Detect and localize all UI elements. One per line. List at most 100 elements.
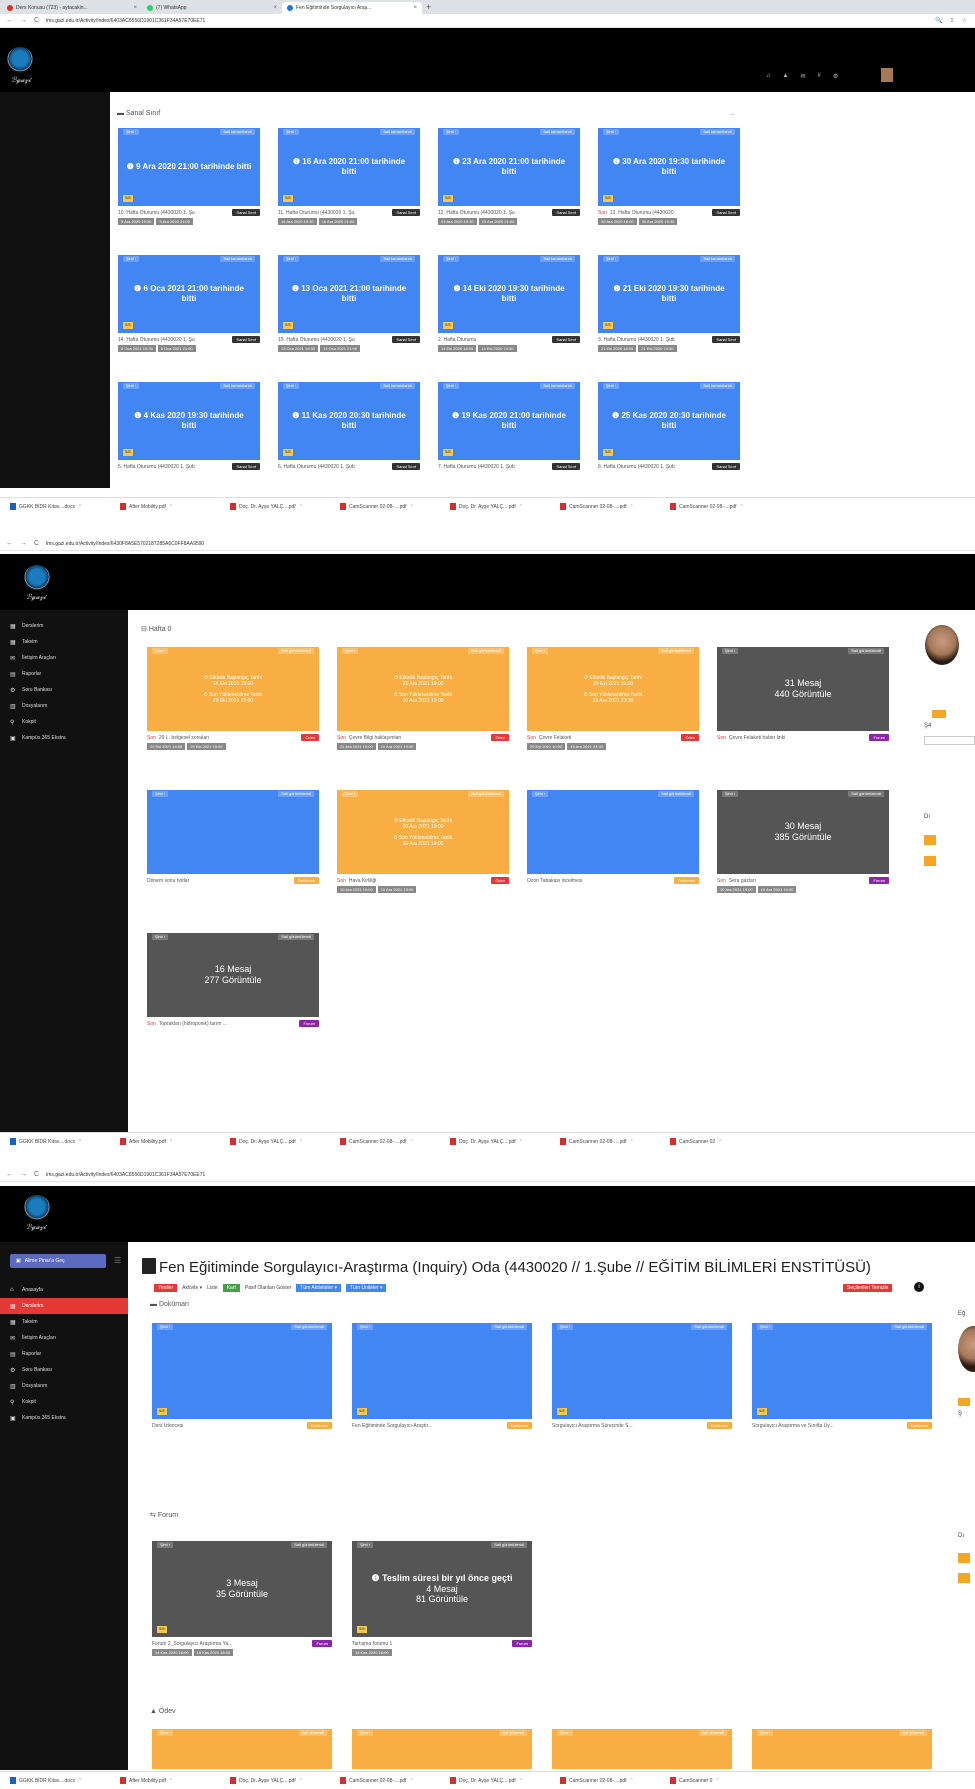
activity-card[interactable]: Şimi › Sali görüntülendi ⏱ Etkinlik Başlan… <box>337 647 509 750</box>
activity-dropdown[interactable]: Aktivite ▾ <box>182 1285 202 1291</box>
card-image[interactable]: Şimi › Sali tamamlandı ❶ 23 Ara 2020 21:00… <box>438 128 580 206</box>
chevron-up-icon[interactable]: ⌃ <box>718 1139 722 1145</box>
card-menu-chip[interactable]: Şimi › <box>283 128 300 136</box>
forward-icon[interactable]: → <box>20 1171 27 1178</box>
card-menu-chip[interactable]: Şimi › <box>722 647 739 655</box>
card-title[interactable]: 6. Hafta Oturumu (4430020 1. Şub <box>278 464 355 470</box>
share-icon[interactable]: ⇪ <box>950 17 955 24</box>
download-item[interactable]: CamScanner 02-08-....pdf ⌃ <box>340 1777 446 1784</box>
card-title[interactable]: 14. Hafta Oturumu (4430020 1. Şu <box>118 337 195 343</box>
close-icon[interactable]: × <box>413 5 417 11</box>
card-title[interactable]: 15. Hafta Oturumu (4430020 1. Şu <box>278 337 355 343</box>
card-image[interactable]: Şimi › Sali tamamlandı ❶ 19 Kas 2020 21:00… <box>438 382 580 460</box>
chevron-up-icon[interactable]: ⌃ <box>519 504 523 510</box>
card-image[interactable]: Şimi › Sali görüntülendi ⏱ Etkinlik Başlan… <box>147 647 319 731</box>
user-switch-button[interactable]: ▣ Alime Pinar'a Geç <box>10 1254 106 1268</box>
document-card[interactable]: Şimi › Sali görüntülendi 5/8 Sorgulayıcı Ar… <box>752 1323 932 1429</box>
download-item[interactable]: Doç. Dr. Ayşe YALÇ....pdf ⌃ <box>230 1138 336 1145</box>
card-title[interactable]: Sorgulayıcı Araştırma Sürecinde S... <box>552 1423 633 1429</box>
chevron-up-icon[interactable]: ⌃ <box>630 1139 634 1145</box>
card-image[interactable]: Şimi › Sali görüntülendi 5/8 <box>152 1323 332 1419</box>
chevron-up-icon[interactable]: ⌃ <box>78 1139 82 1145</box>
download-item[interactable]: CamScanner 02-08-....pdf ⌃ <box>560 1777 666 1784</box>
activity-card[interactable]: Şimi › Sali görüntülendi ⏱ Etkinlik Başlan… <box>527 647 699 750</box>
chevron-up-icon[interactable]: ⌃ <box>169 1139 173 1145</box>
assignment-card[interactable]: Şimi › Sali yüklendi <box>552 1729 732 1769</box>
download-item[interactable]: CamScanner 02-08-....pdf ⌃ <box>560 1138 666 1145</box>
sidebar-item[interactable]: ▦ Takvim <box>0 634 128 650</box>
browser-tab[interactable]: (7) WhatsApp × <box>142 2 282 14</box>
activity-card[interactable]: Şimi › Sali görüntülendi Ozon Tabakası inc… <box>527 790 699 893</box>
all-units-dropdown[interactable]: Tüm Üniteler ▾ <box>345 1284 387 1292</box>
card-menu-chip[interactable]: Şimi › <box>603 382 620 390</box>
sidebar-item[interactable]: ⚲ Kokpit <box>0 714 128 730</box>
card-menu-chip[interactable]: Şimi › <box>283 382 300 390</box>
browser-tab[interactable]: Ders Konusu (723) - aytacakin... × <box>2 2 142 14</box>
virtual-class-card[interactable]: Şimi › Sali tamamlandı ❶ 6 Oca 2021 21:00 … <box>118 255 260 352</box>
download-item[interactable]: Doç. Dr. Ayşe YALÇ....pdf ⌃ <box>230 1777 336 1784</box>
card-image[interactable]: Şimi › Sali tamamlandı ❶ 9 Ara 2020 21:00 … <box>118 128 260 206</box>
card-image[interactable]: Şimi › Sali görüntülendi ❶ Teslim süresi b… <box>352 1541 532 1637</box>
sidebar-item[interactable]: ▣ Kampüs 365 Ekstra <box>0 730 128 746</box>
forward-icon[interactable]: → <box>20 540 27 547</box>
card-image[interactable]: Şimi › Sali yüklendi <box>152 1729 332 1769</box>
orange-button[interactable] <box>924 856 936 866</box>
sidebar-item[interactable]: ⚙ Soru Bankası <box>0 682 128 698</box>
clear-selection-button[interactable]: Seçilenleri Temizle <box>843 1284 893 1292</box>
sidebar-item[interactable]: ▦ Derslerim <box>0 1298 128 1314</box>
activity-card[interactable]: Şimi › Sali görüntülendi 30 Mesaj 385 Görün… <box>717 790 889 893</box>
gazi-logo[interactable] <box>24 1195 50 1221</box>
card-image[interactable]: Şimi › Sali görüntülendi ⏱ Etkinlik Başlan… <box>527 647 699 731</box>
card-image[interactable]: Şimi › Sali tamamlandı ❶ 25 Kas 2020 20:30… <box>598 382 740 460</box>
back-icon[interactable]: ← <box>6 17 13 24</box>
reload-icon[interactable]: C <box>34 1171 39 1178</box>
card-title[interactable]: 13. Hafta Oturumu (4430020 <box>610 210 674 216</box>
card-image[interactable]: Şimi › Sali görüntülendi 31 Mesaj 440 Görün… <box>717 647 889 731</box>
card-title[interactable]: Ders İzlencesi <box>152 1423 183 1429</box>
chevron-down-icon[interactable]: ⌄ <box>730 110 735 117</box>
search-icon[interactable]: 🔍 <box>935 17 942 24</box>
hamburger-icon[interactable]: ☰ <box>114 1256 121 1265</box>
reload-icon[interactable]: C <box>34 540 39 547</box>
chevron-up-icon[interactable]: ⌃ <box>78 504 82 510</box>
chevron-up-icon[interactable]: ⌃ <box>715 1778 719 1784</box>
card-title[interactable]: 10. Hafta Oturumu (4430020 1. Şu <box>118 210 195 216</box>
card-menu-chip[interactable]: Şimi › <box>157 1729 174 1737</box>
assignment-card[interactable]: Şimi › Sali yüklendi <box>152 1729 332 1769</box>
url-field[interactable]: lms.gazi.edu.tr/Activity/Index/6403AC855… <box>46 1172 205 1178</box>
virtual-class-card[interactable]: Şimi › Sali tamamlandı ❶ 30 Ara 2020 19:30… <box>598 128 740 225</box>
card-title[interactable]: Ozon Tabakası incelmesi <box>527 878 583 884</box>
sidebar-item[interactable]: ⌂ Anasayfa <box>0 1282 128 1298</box>
orange-button[interactable] <box>924 835 936 845</box>
sidebar-item[interactable]: ✉ İletişim Araçları <box>0 1330 128 1346</box>
card-title[interactable]: Sorgulayıcı Araştırma ve Sınıfta Uy... <box>752 1423 834 1429</box>
chevron-up-icon[interactable]: ⌃ <box>299 1778 303 1784</box>
card-image[interactable]: Şimi › Sali görüntülendi 16 Mesaj 277 Görün… <box>147 933 319 1017</box>
filter-new-button[interactable]: Yeniler <box>154 1284 178 1292</box>
activity-card[interactable]: Şimi › Sali görüntülendi ⏱ Etkinlik Başlan… <box>337 790 509 893</box>
card-image[interactable]: Şimi › Sali tamamlandı ❶ 4 Kas 2020 19:30 … <box>118 382 260 460</box>
card-image[interactable]: Şimi › Sali görüntülendi 5/8 <box>352 1323 532 1419</box>
card-menu-chip[interactable]: Şimi › <box>357 1541 374 1549</box>
new-tab-button[interactable]: + <box>422 2 435 14</box>
card-title[interactable]: Çevre Felaketi haber linki <box>729 735 785 741</box>
sidebar-item[interactable]: ✉ İletişim Araçları <box>0 650 128 666</box>
card-title[interactable]: Toprakları (hidroponik) tarım ... <box>159 1021 227 1027</box>
forward-icon[interactable]: → <box>20 17 27 24</box>
download-item[interactable]: CamScanner 0 ⌃ <box>670 1777 776 1784</box>
chevron-up-icon[interactable]: ⌃ <box>519 1139 523 1145</box>
card-image[interactable]: Şimi › Sali görüntülendi ⏱ Etkinlik Başlan… <box>337 647 509 731</box>
chevron-up-icon[interactable]: ⌃ <box>630 504 634 510</box>
card-title[interactable]: Çevre Felaketi <box>539 735 571 741</box>
bell-icon[interactable]: ♫ <box>766 73 771 80</box>
virtual-class-card[interactable]: Şimi › Sali tamamlandı ❶ 14 Eki 2020 19:30… <box>438 255 580 352</box>
chevron-up-icon[interactable]: ⌃ <box>299 504 303 510</box>
forum-card[interactable]: Şimi › Sali görüntülendi 3 Mesaj 35 Görüntü… <box>152 1541 332 1656</box>
download-item[interactable]: Doç. Dr. Ayşe YALÇ....pdf ⌃ <box>450 1777 556 1784</box>
all-activities-dropdown[interactable]: Tüm Aktiviteler ▾ <box>296 1284 341 1292</box>
download-item[interactable]: GGKK BİDR Kitav....docx ⌃ <box>10 1138 116 1145</box>
sidebar-item[interactable]: ▦ Derslerim <box>0 618 128 634</box>
document-card[interactable]: Şimi › Sali görüntülendi 5/8 Fen Eğitiminde… <box>352 1323 532 1429</box>
card-title[interactable]: Çevre Bilgi haklaşımları <box>349 735 402 741</box>
document-card[interactable]: Şimi › Sali görüntülendi 5/8 Sorgulayıcı Ar… <box>552 1323 732 1429</box>
